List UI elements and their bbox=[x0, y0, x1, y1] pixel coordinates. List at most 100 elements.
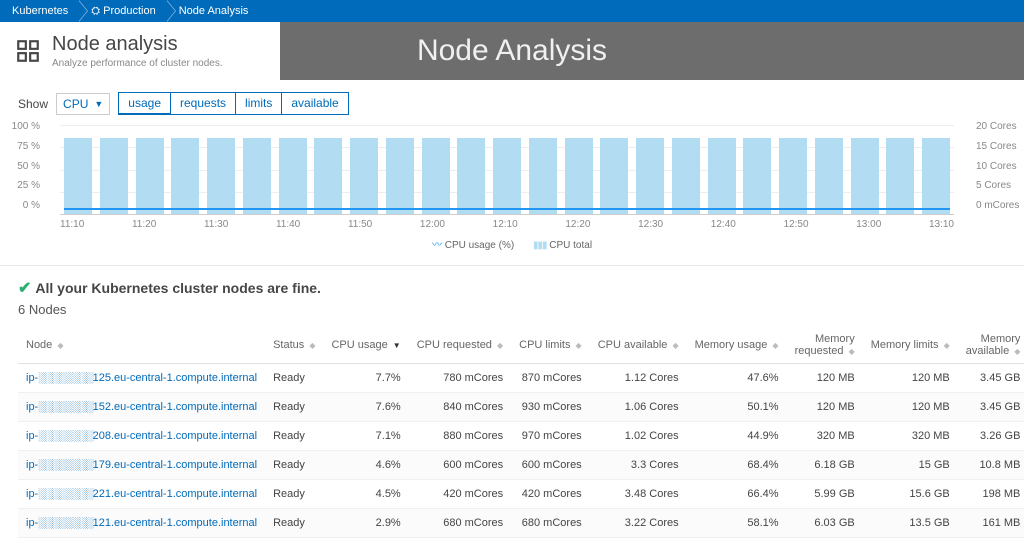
col-memory-available[interactable]: Memoryavailable ◆ bbox=[958, 327, 1024, 364]
status-message: All your Kubernetes cluster nodes are fi… bbox=[35, 280, 321, 296]
crumb-node-analysis[interactable]: Node Analysis bbox=[175, 0, 259, 22]
col-cpu-requested[interactable]: CPU requested ◆ bbox=[409, 327, 511, 364]
x-tick: 13:00 bbox=[856, 219, 881, 230]
col-cpu-limits[interactable]: CPU limits ◆ bbox=[511, 327, 590, 364]
breadcrumb: Kubernetes ⛭ Production Node Analysis bbox=[0, 0, 1024, 22]
chart-toolbar: Show CPU ▼ usagerequestslimitsavailable bbox=[0, 80, 1024, 121]
chart-bar bbox=[243, 138, 271, 214]
chart-area: 100 %75 %50 %25 %0 % 20 Cores15 Cores10 … bbox=[0, 121, 1024, 253]
status-cell: Ready bbox=[265, 509, 323, 538]
redacted-segment: ░░░░░░░░ bbox=[38, 401, 92, 413]
x-tick: 11:40 bbox=[276, 219, 300, 230]
node-analysis-icon bbox=[14, 37, 42, 65]
redacted-segment: ░░░░░░░░ bbox=[38, 372, 92, 384]
chart-bar bbox=[314, 138, 342, 214]
cpu-usage-cell: 7.6% bbox=[323, 393, 408, 422]
chart-bar bbox=[779, 138, 807, 214]
cpu-lim-cell: 970 mCores bbox=[511, 422, 590, 451]
col-memory-usage[interactable]: Memory usage ◆ bbox=[687, 327, 787, 364]
cpu-usage-cell: 7.7% bbox=[323, 364, 408, 393]
y-right-tick: 10 Cores bbox=[976, 161, 1024, 172]
tab-usage[interactable]: usage bbox=[119, 93, 171, 115]
node-link[interactable]: ip-░░░░░░░░179.eu-central-1.compute.inte… bbox=[26, 459, 257, 471]
status-cell: Ready bbox=[265, 364, 323, 393]
x-tick: 12:40 bbox=[711, 219, 736, 230]
x-tick: 12:30 bbox=[638, 219, 663, 230]
metric-select[interactable]: CPU ▼ bbox=[56, 93, 110, 115]
crumb-production[interactable]: ⛭ Production bbox=[87, 0, 165, 22]
redacted-segment: ░░░░░░░░ bbox=[38, 488, 92, 500]
chart-bar bbox=[493, 138, 521, 214]
cpu-req-cell: 420 mCores bbox=[409, 480, 511, 509]
x-tick: 11:30 bbox=[204, 219, 228, 230]
mem-avail-cell: 161 MB bbox=[958, 509, 1024, 538]
chart-bar bbox=[350, 138, 378, 214]
chart-canvas bbox=[60, 125, 954, 215]
mem-avail-cell: 3.45 GB bbox=[958, 393, 1024, 422]
table-row: ip-░░░░░░░░121.eu-central-1.compute.inte… bbox=[18, 509, 1024, 538]
cpu-lim-cell: 420 mCores bbox=[511, 480, 590, 509]
table-row: ip-░░░░░░░░221.eu-central-1.compute.inte… bbox=[18, 480, 1024, 509]
col-status[interactable]: Status ◆ bbox=[265, 327, 323, 364]
col-memory-limits[interactable]: Memory limits ◆ bbox=[863, 327, 958, 364]
y-left-tick: 75 % bbox=[0, 141, 40, 152]
col-node[interactable]: Node ◆ bbox=[18, 327, 265, 364]
mem-req-cell: 120 MB bbox=[787, 393, 863, 422]
check-icon: ✔ bbox=[18, 278, 31, 298]
x-tick: 12:10 bbox=[493, 219, 518, 230]
table-row: ip-░░░░░░░░152.eu-central-1.compute.inte… bbox=[18, 393, 1024, 422]
x-tick: 11:10 bbox=[60, 219, 84, 230]
node-name-cell: ip-░░░░░░░░125.eu-central-1.compute.inte… bbox=[18, 364, 265, 393]
mem-usage-cell: 68.4% bbox=[687, 451, 787, 480]
cpu-lim-cell: 680 mCores bbox=[511, 509, 590, 538]
page-header: Node analysis Analyze performance of clu… bbox=[0, 22, 1024, 80]
mem-usage-cell: 47.6% bbox=[687, 364, 787, 393]
chart-bar bbox=[422, 138, 450, 214]
col-cpu-available[interactable]: CPU available ◆ bbox=[590, 327, 687, 364]
mem-req-cell: 6.18 GB bbox=[787, 451, 863, 480]
chevron-down-icon: ▼ bbox=[94, 99, 103, 109]
cpu-lim-cell: 600 mCores bbox=[511, 451, 590, 480]
y-left-tick: 100 % bbox=[0, 121, 40, 132]
redacted-segment: ░░░░░░░░ bbox=[38, 517, 92, 529]
chart-bar bbox=[708, 138, 736, 214]
chevron-right-icon bbox=[166, 0, 175, 22]
tab-limits[interactable]: limits bbox=[236, 93, 282, 114]
chart-bar bbox=[565, 138, 593, 214]
status-cell: Ready bbox=[265, 451, 323, 480]
cpu-avail-cell: 3.22 Cores bbox=[590, 509, 687, 538]
cluster-status: ✔ All your Kubernetes cluster nodes are … bbox=[18, 278, 1006, 298]
x-tick: 12:20 bbox=[565, 219, 590, 230]
node-link[interactable]: ip-░░░░░░░░125.eu-central-1.compute.inte… bbox=[26, 372, 257, 384]
node-link[interactable]: ip-░░░░░░░░152.eu-central-1.compute.inte… bbox=[26, 401, 257, 413]
chart-bar bbox=[207, 138, 235, 214]
mem-req-cell: 320 MB bbox=[787, 422, 863, 451]
node-link[interactable]: ip-░░░░░░░░221.eu-central-1.compute.inte… bbox=[26, 488, 257, 500]
cpu-req-cell: 600 mCores bbox=[409, 451, 511, 480]
chart-bar bbox=[136, 138, 164, 214]
nodes-section: ✔ All your Kubernetes cluster nodes are … bbox=[0, 265, 1024, 546]
nodes-table: Node ◆Status ◆CPU usage ▼CPU requested ◆… bbox=[18, 327, 1024, 538]
node-link[interactable]: ip-░░░░░░░░208.eu-central-1.compute.inte… bbox=[26, 430, 257, 442]
legend-bar-label: CPU total bbox=[549, 240, 592, 251]
node-name-cell: ip-░░░░░░░░208.eu-central-1.compute.inte… bbox=[18, 422, 265, 451]
mem-req-cell: 5.99 GB bbox=[787, 480, 863, 509]
chart-legend: 〰 CPU usage (%) ▮▮▮ CPU total bbox=[18, 236, 1006, 251]
show-label: Show bbox=[18, 97, 48, 111]
cpu-req-cell: 780 mCores bbox=[409, 364, 511, 393]
col-memory-requested[interactable]: Memoryrequested ◆ bbox=[787, 327, 863, 364]
crumb-kubernetes[interactable]: Kubernetes bbox=[8, 0, 78, 22]
cpu-avail-cell: 3.3 Cores bbox=[590, 451, 687, 480]
mem-avail-cell: 198 MB bbox=[958, 480, 1024, 509]
col-cpu-usage[interactable]: CPU usage ▼ bbox=[323, 327, 408, 364]
cpu-usage-cell: 2.9% bbox=[323, 509, 408, 538]
chart-bar bbox=[457, 138, 485, 214]
chart-bar bbox=[171, 138, 199, 214]
tab-requests[interactable]: requests bbox=[171, 93, 236, 114]
cpu-avail-cell: 1.06 Cores bbox=[590, 393, 687, 422]
tab-available[interactable]: available bbox=[282, 93, 347, 114]
mem-lim-cell: 320 MB bbox=[863, 422, 958, 451]
mem-usage-cell: 50.1% bbox=[687, 393, 787, 422]
node-link[interactable]: ip-░░░░░░░░121.eu-central-1.compute.inte… bbox=[26, 517, 257, 529]
header-left: Node analysis Analyze performance of clu… bbox=[0, 22, 280, 80]
